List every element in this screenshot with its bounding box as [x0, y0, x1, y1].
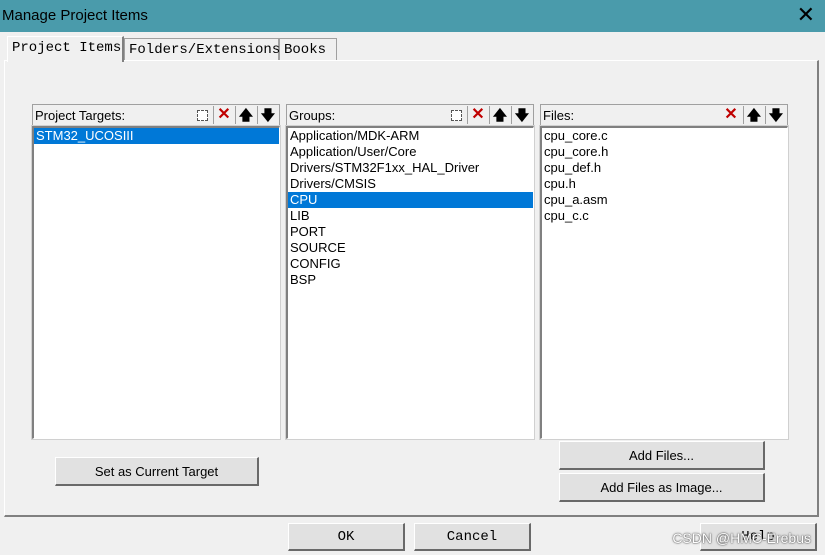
target-move-down-button[interactable]: 🡇: [257, 106, 278, 124]
groups-list[interactable]: Application/MDK-ARM Application/User/Cor…: [285, 125, 535, 440]
delete-group-button[interactable]: ✕: [467, 106, 488, 124]
watermark: CSDN @HMC-Erebus: [672, 530, 811, 546]
delete-icon: ✕: [724, 106, 738, 123]
list-item[interactable]: Drivers/CMSIS: [288, 176, 533, 192]
list-item[interactable]: LIB: [288, 208, 533, 224]
targets-list[interactable]: STM32_UCOSIII: [31, 125, 281, 440]
move-up-icon: 🡅: [238, 107, 254, 123]
list-item[interactable]: cpu_core.h: [542, 144, 787, 160]
files-list[interactable]: cpu_core.c cpu_core.h cpu_def.h cpu.h cp…: [539, 125, 789, 440]
list-item[interactable]: STM32_UCOSIII: [34, 128, 279, 144]
list-item[interactable]: CONFIG: [288, 256, 533, 272]
list-item[interactable]: BSP: [288, 272, 533, 288]
file-move-down-button[interactable]: 🡇: [765, 106, 786, 124]
delete-icon: ✕: [217, 106, 231, 123]
group-move-down-button[interactable]: 🡇: [511, 106, 532, 124]
delete-icon: ✕: [471, 106, 485, 123]
list-item[interactable]: CPU: [288, 192, 533, 208]
files-label: Files:: [543, 108, 575, 123]
list-item[interactable]: Application/MDK-ARM: [288, 128, 533, 144]
list-item[interactable]: cpu.h: [542, 176, 787, 192]
move-down-icon: 🡇: [260, 107, 276, 123]
cancel-button[interactable]: Cancel: [414, 523, 531, 551]
list-item[interactable]: cpu_def.h: [542, 160, 787, 176]
group-move-up-button[interactable]: 🡅: [489, 106, 510, 124]
list-item[interactable]: cpu_core.c: [542, 128, 787, 144]
target-move-up-button[interactable]: 🡅: [235, 106, 256, 124]
file-move-up-button[interactable]: 🡅: [743, 106, 764, 124]
list-item[interactable]: SOURCE: [288, 240, 533, 256]
list-item[interactable]: Application/User/Core: [288, 144, 533, 160]
close-icon[interactable]: ✕: [797, 3, 815, 27]
list-item[interactable]: cpu_c.c: [542, 208, 787, 224]
new-item-icon: [196, 109, 208, 121]
tab-folders-extensions[interactable]: Folders/Extensions: [124, 38, 281, 60]
move-down-icon: 🡇: [514, 107, 530, 123]
ok-button[interactable]: OK: [288, 523, 405, 551]
move-up-icon: 🡅: [492, 107, 508, 123]
move-up-icon: 🡅: [746, 107, 762, 123]
new-target-button[interactable]: [192, 106, 212, 124]
new-group-button[interactable]: [446, 106, 466, 124]
targets-label: Project Targets:: [35, 108, 126, 123]
tab-books[interactable]: Books: [279, 38, 337, 60]
list-item[interactable]: cpu_a.asm: [542, 192, 787, 208]
window-title: Manage Project Items: [2, 7, 148, 24]
tab-project-items[interactable]: Project Items: [7, 36, 124, 62]
tab-label: Books: [284, 42, 327, 58]
delete-target-button[interactable]: ✕: [213, 106, 234, 124]
move-down-icon: 🡇: [768, 107, 784, 123]
list-item[interactable]: PORT: [288, 224, 533, 240]
title-bar: Manage Project Items ✕: [0, 0, 825, 32]
groups-label: Groups:: [289, 108, 336, 123]
delete-file-button[interactable]: ✕: [721, 106, 741, 124]
add-files-button[interactable]: Add Files...: [559, 441, 765, 470]
set-current-target-button[interactable]: Set as Current Target: [55, 457, 259, 486]
add-files-as-image-button[interactable]: Add Files as Image...: [559, 473, 765, 502]
tab-label: Project Items: [12, 40, 122, 56]
new-item-icon: [450, 109, 462, 121]
tab-label: Folders/Extensions: [129, 42, 281, 58]
list-item[interactable]: Drivers/STM32F1xx_HAL_Driver: [288, 160, 533, 176]
